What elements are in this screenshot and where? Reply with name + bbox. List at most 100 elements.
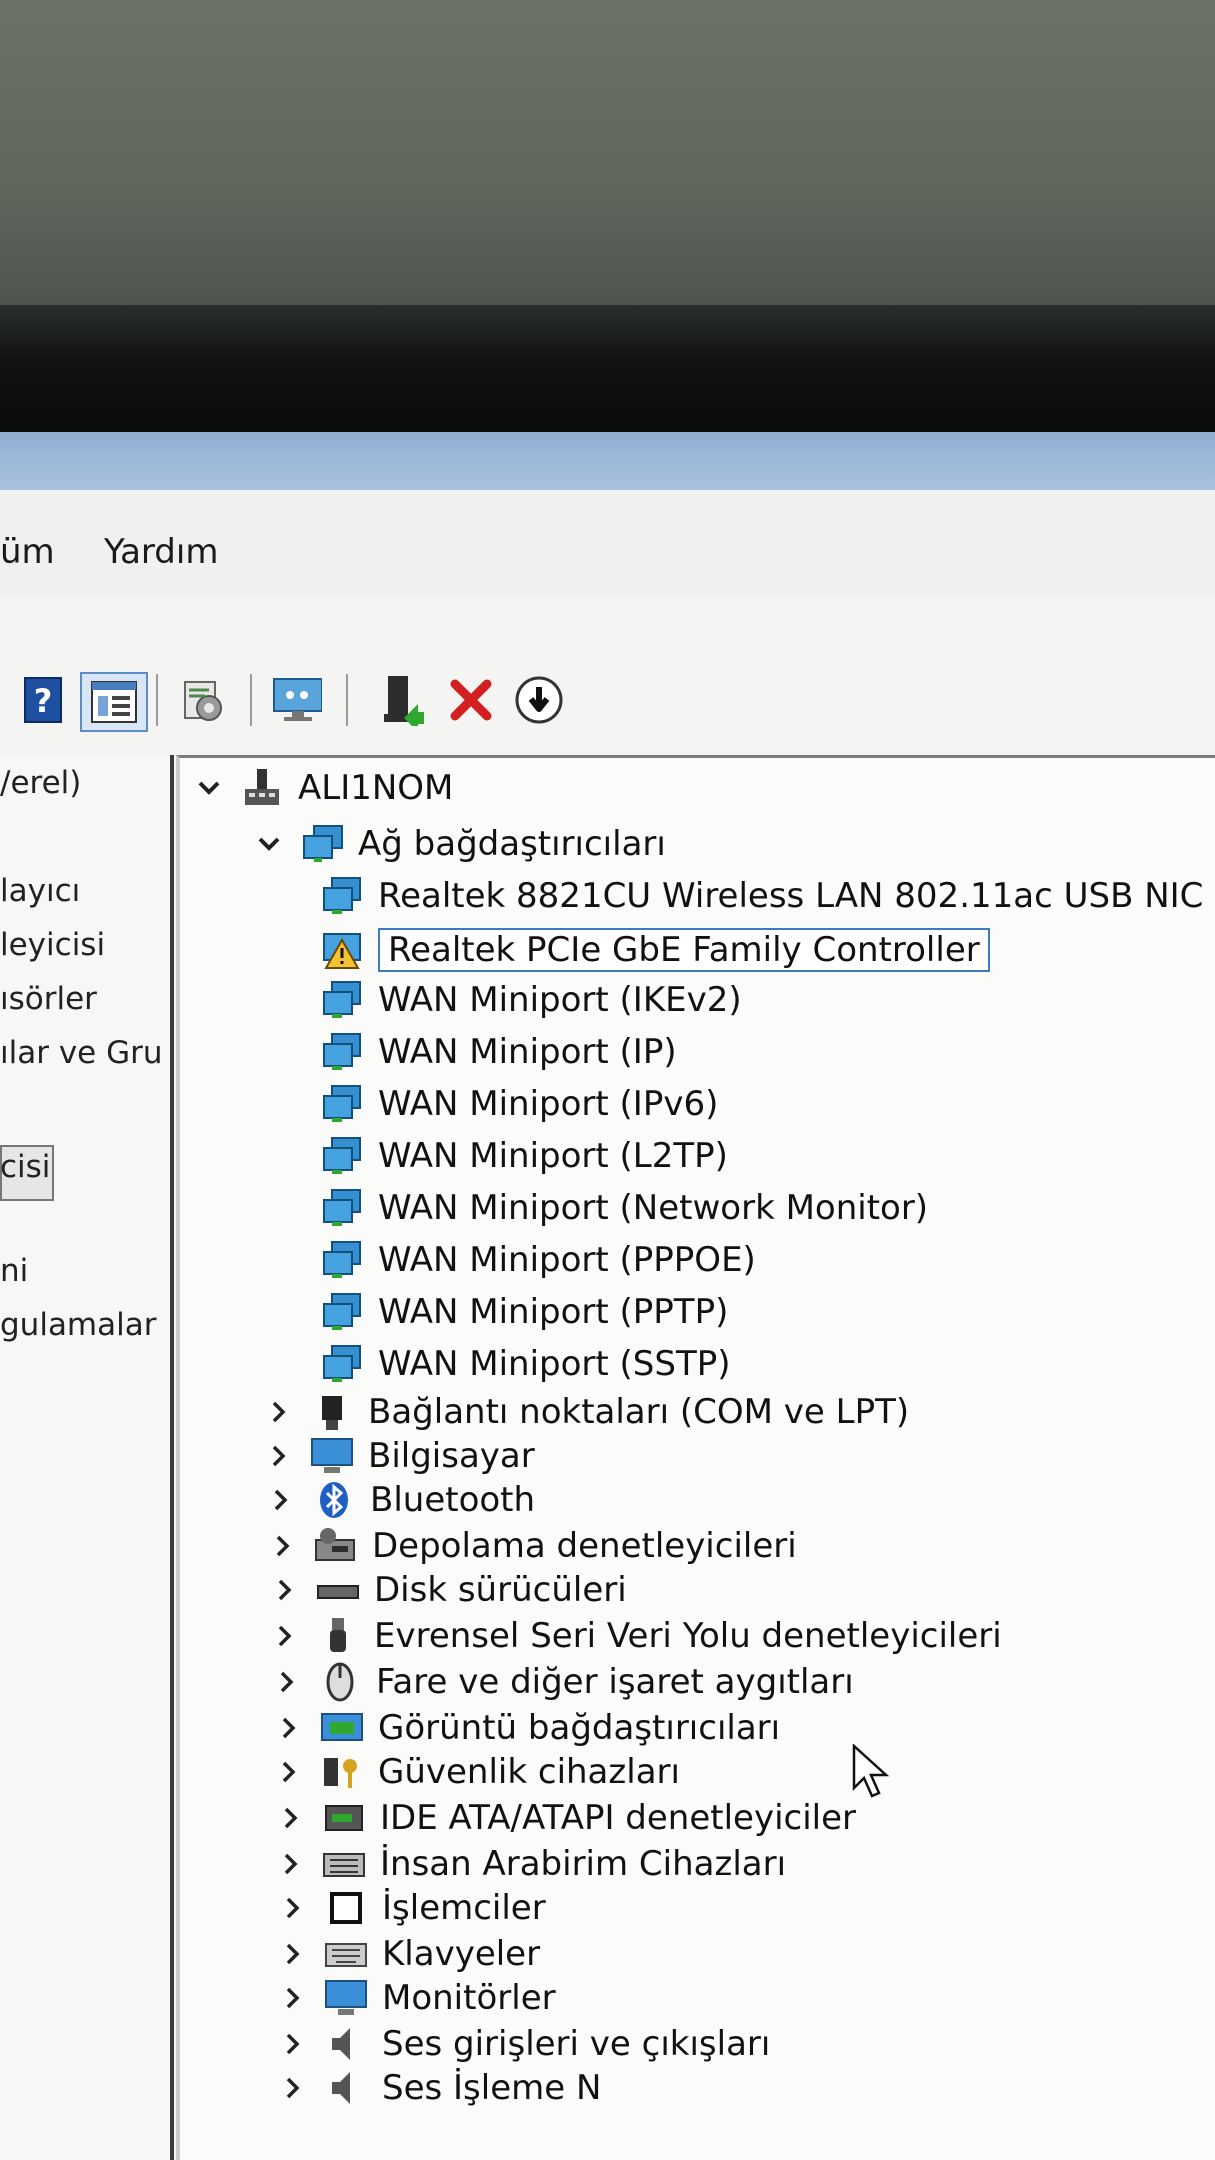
category-label: IDE ATA/ATAPI denetleyiciler xyxy=(380,1798,857,1838)
left-item[interactable]: leyicisi xyxy=(0,927,105,963)
category-label: Bilgisayar xyxy=(368,1436,535,1476)
left-item[interactable]: ılar ve Gru xyxy=(0,1035,163,1071)
bluetooth-icon xyxy=(312,1480,356,1520)
category-label: Bluetooth xyxy=(370,1480,536,1520)
chevron-right-icon[interactable] xyxy=(274,1664,300,1700)
device-item[interactable]: WAN Miniport (PPTP) xyxy=(320,1292,728,1332)
device-label: WAN Miniport (L2TP) xyxy=(378,1136,728,1176)
device-item[interactable]: WAN Miniport (IPv6) xyxy=(320,1084,718,1124)
svg-text:?: ? xyxy=(34,682,53,720)
category-network-adapters[interactable]: Ağ bağdaştırıcıları xyxy=(256,824,666,864)
category-item[interactable]: Monitörler xyxy=(280,1978,556,2018)
category-item[interactable]: Evrensel Seri Veri Yolu denetleyicileri xyxy=(272,1616,1002,1656)
mouse-icon xyxy=(318,1662,362,1702)
update-driver-button[interactable] xyxy=(376,672,426,728)
computer-name: ALI1NOM xyxy=(298,768,454,808)
uninstall-device-button[interactable] xyxy=(446,672,496,728)
category-item[interactable]: Depolama denetleyicileri xyxy=(270,1526,797,1566)
device-item[interactable]: WAN Miniport (Network Monitor) xyxy=(320,1188,928,1228)
help-button[interactable]: ? xyxy=(18,672,68,728)
chevron-right-icon[interactable] xyxy=(266,1394,292,1430)
device-label: Realtek PCIe GbE Family Controller xyxy=(378,928,990,972)
category-item[interactable]: Klavyeler xyxy=(280,1934,540,1974)
show-hide-console-tree-button[interactable] xyxy=(80,672,148,732)
device-item-selected[interactable]: Realtek PCIe GbE Family Controller xyxy=(320,928,990,972)
left-pane: /erel) layıcı leyicisi ısörler ılar ve G… xyxy=(0,755,174,2160)
device-label: WAN Miniport (PPTP) xyxy=(378,1292,729,1332)
category-label: Görüntü bağdaştırıcıları xyxy=(378,1708,781,1748)
category-item[interactable]: Ses girişleri ve çıkışları xyxy=(280,2024,770,2064)
processor-icon xyxy=(324,1888,368,1928)
left-item[interactable]: cisi xyxy=(0,1149,50,1185)
left-item[interactable]: layıcı xyxy=(0,873,80,909)
category-item[interactable]: Fare ve diğer işaret aygıtları xyxy=(274,1662,854,1702)
chevron-right-icon[interactable] xyxy=(270,1528,296,1564)
network-adapter-icon xyxy=(320,1032,364,1072)
network-adapter-icon xyxy=(320,1240,364,1280)
device-label: WAN Miniport (PPPOE) xyxy=(378,1240,756,1280)
category-item[interactable]: İnsan Arabirim Cihazları xyxy=(278,1844,786,1884)
chevron-right-icon[interactable] xyxy=(268,1482,294,1518)
chevron-right-icon[interactable] xyxy=(266,1438,292,1474)
category-item[interactable]: IDE ATA/ATAPI denetleyiciler xyxy=(278,1798,856,1838)
left-item[interactable]: gulamalar xyxy=(0,1307,156,1343)
network-adapter-icon xyxy=(320,1292,364,1332)
device-item[interactable]: WAN Miniport (IP) xyxy=(320,1032,677,1072)
chevron-right-icon[interactable] xyxy=(278,1800,304,1836)
category-item[interactable]: Bluetooth xyxy=(268,1480,535,1520)
device-item[interactable]: WAN Miniport (SSTP) xyxy=(320,1344,731,1384)
menu-item-view[interactable]: üm xyxy=(0,532,55,572)
chevron-right-icon[interactable] xyxy=(278,1846,304,1882)
chevron-right-icon[interactable] xyxy=(280,2070,306,2106)
storage-controller-icon xyxy=(314,1526,358,1566)
device-tree: ALI1NOM Ağ bağdaştırıcıları Realtek 8821… xyxy=(176,755,1215,2160)
device-manager-window: üm Yardım ? /erel) layıcı leyicisi ısörl… xyxy=(0,432,1215,2160)
network-adapter-icon xyxy=(320,980,364,1020)
menu-item-help[interactable]: Yardım xyxy=(104,532,218,572)
chevron-right-icon[interactable] xyxy=(276,1754,302,1790)
chevron-right-icon[interactable] xyxy=(280,1980,306,2016)
chevron-right-icon[interactable] xyxy=(272,1572,298,1608)
left-item[interactable]: ısörler xyxy=(0,981,97,1017)
properties-button[interactable] xyxy=(272,672,322,728)
computer-root-icon xyxy=(240,768,284,808)
network-adapter-icon xyxy=(320,1084,364,1124)
category-label: Ses İşleme N xyxy=(382,2068,602,2108)
device-item[interactable]: WAN Miniport (IKEv2) xyxy=(320,980,742,1020)
device-item[interactable]: Realtek 8821CU Wireless LAN 802.11ac USB… xyxy=(320,876,1203,916)
scan-hardware-button[interactable] xyxy=(178,672,228,728)
remove-icon xyxy=(450,679,492,721)
chevron-right-icon[interactable] xyxy=(280,1890,306,1926)
chevron-down-icon[interactable] xyxy=(256,826,282,862)
category-label: Güvenlik cihazları xyxy=(378,1752,680,1792)
category-item[interactable]: Ses İşleme N xyxy=(280,2068,601,2108)
device-label: WAN Miniport (IP) xyxy=(378,1032,677,1072)
scan-hardware-icon xyxy=(184,681,222,721)
category-item[interactable]: İşlemciler xyxy=(280,1888,546,1928)
device-item[interactable]: WAN Miniport (PPPOE) xyxy=(320,1240,756,1280)
network-adapter-warning-icon xyxy=(320,930,364,970)
category-item[interactable]: Bağlantı noktaları (COM ve LPT) xyxy=(266,1392,909,1432)
chevron-right-icon[interactable] xyxy=(276,1710,302,1746)
category-item[interactable]: Bilgisayar xyxy=(266,1436,535,1476)
category-item[interactable]: Güvenlik cihazları xyxy=(276,1752,680,1792)
category-label: Ağ bağdaştırıcıları xyxy=(358,824,666,864)
tree-root[interactable]: ALI1NOM xyxy=(196,768,453,808)
chevron-right-icon[interactable] xyxy=(272,1618,298,1654)
update-driver-icon xyxy=(384,676,424,726)
monitor-bezel xyxy=(0,305,1215,440)
chevron-right-icon[interactable] xyxy=(280,1936,306,1972)
port-icon xyxy=(310,1392,354,1432)
monitor-icon xyxy=(324,1978,368,2018)
chevron-down-icon[interactable] xyxy=(196,770,222,806)
category-item[interactable]: Disk sürücüleri xyxy=(272,1570,627,1610)
enable-device-button[interactable] xyxy=(514,672,564,728)
ide-icon xyxy=(322,1798,366,1838)
left-item[interactable]: /erel) xyxy=(0,765,81,801)
chevron-right-icon[interactable] xyxy=(280,2026,306,2062)
left-item[interactable]: ni xyxy=(0,1253,28,1289)
device-item[interactable]: WAN Miniport (L2TP) xyxy=(320,1136,728,1176)
category-item[interactable]: Görüntü bağdaştırıcıları xyxy=(276,1708,780,1748)
category-label: Klavyeler xyxy=(382,1934,541,1974)
usb-icon xyxy=(316,1616,360,1656)
